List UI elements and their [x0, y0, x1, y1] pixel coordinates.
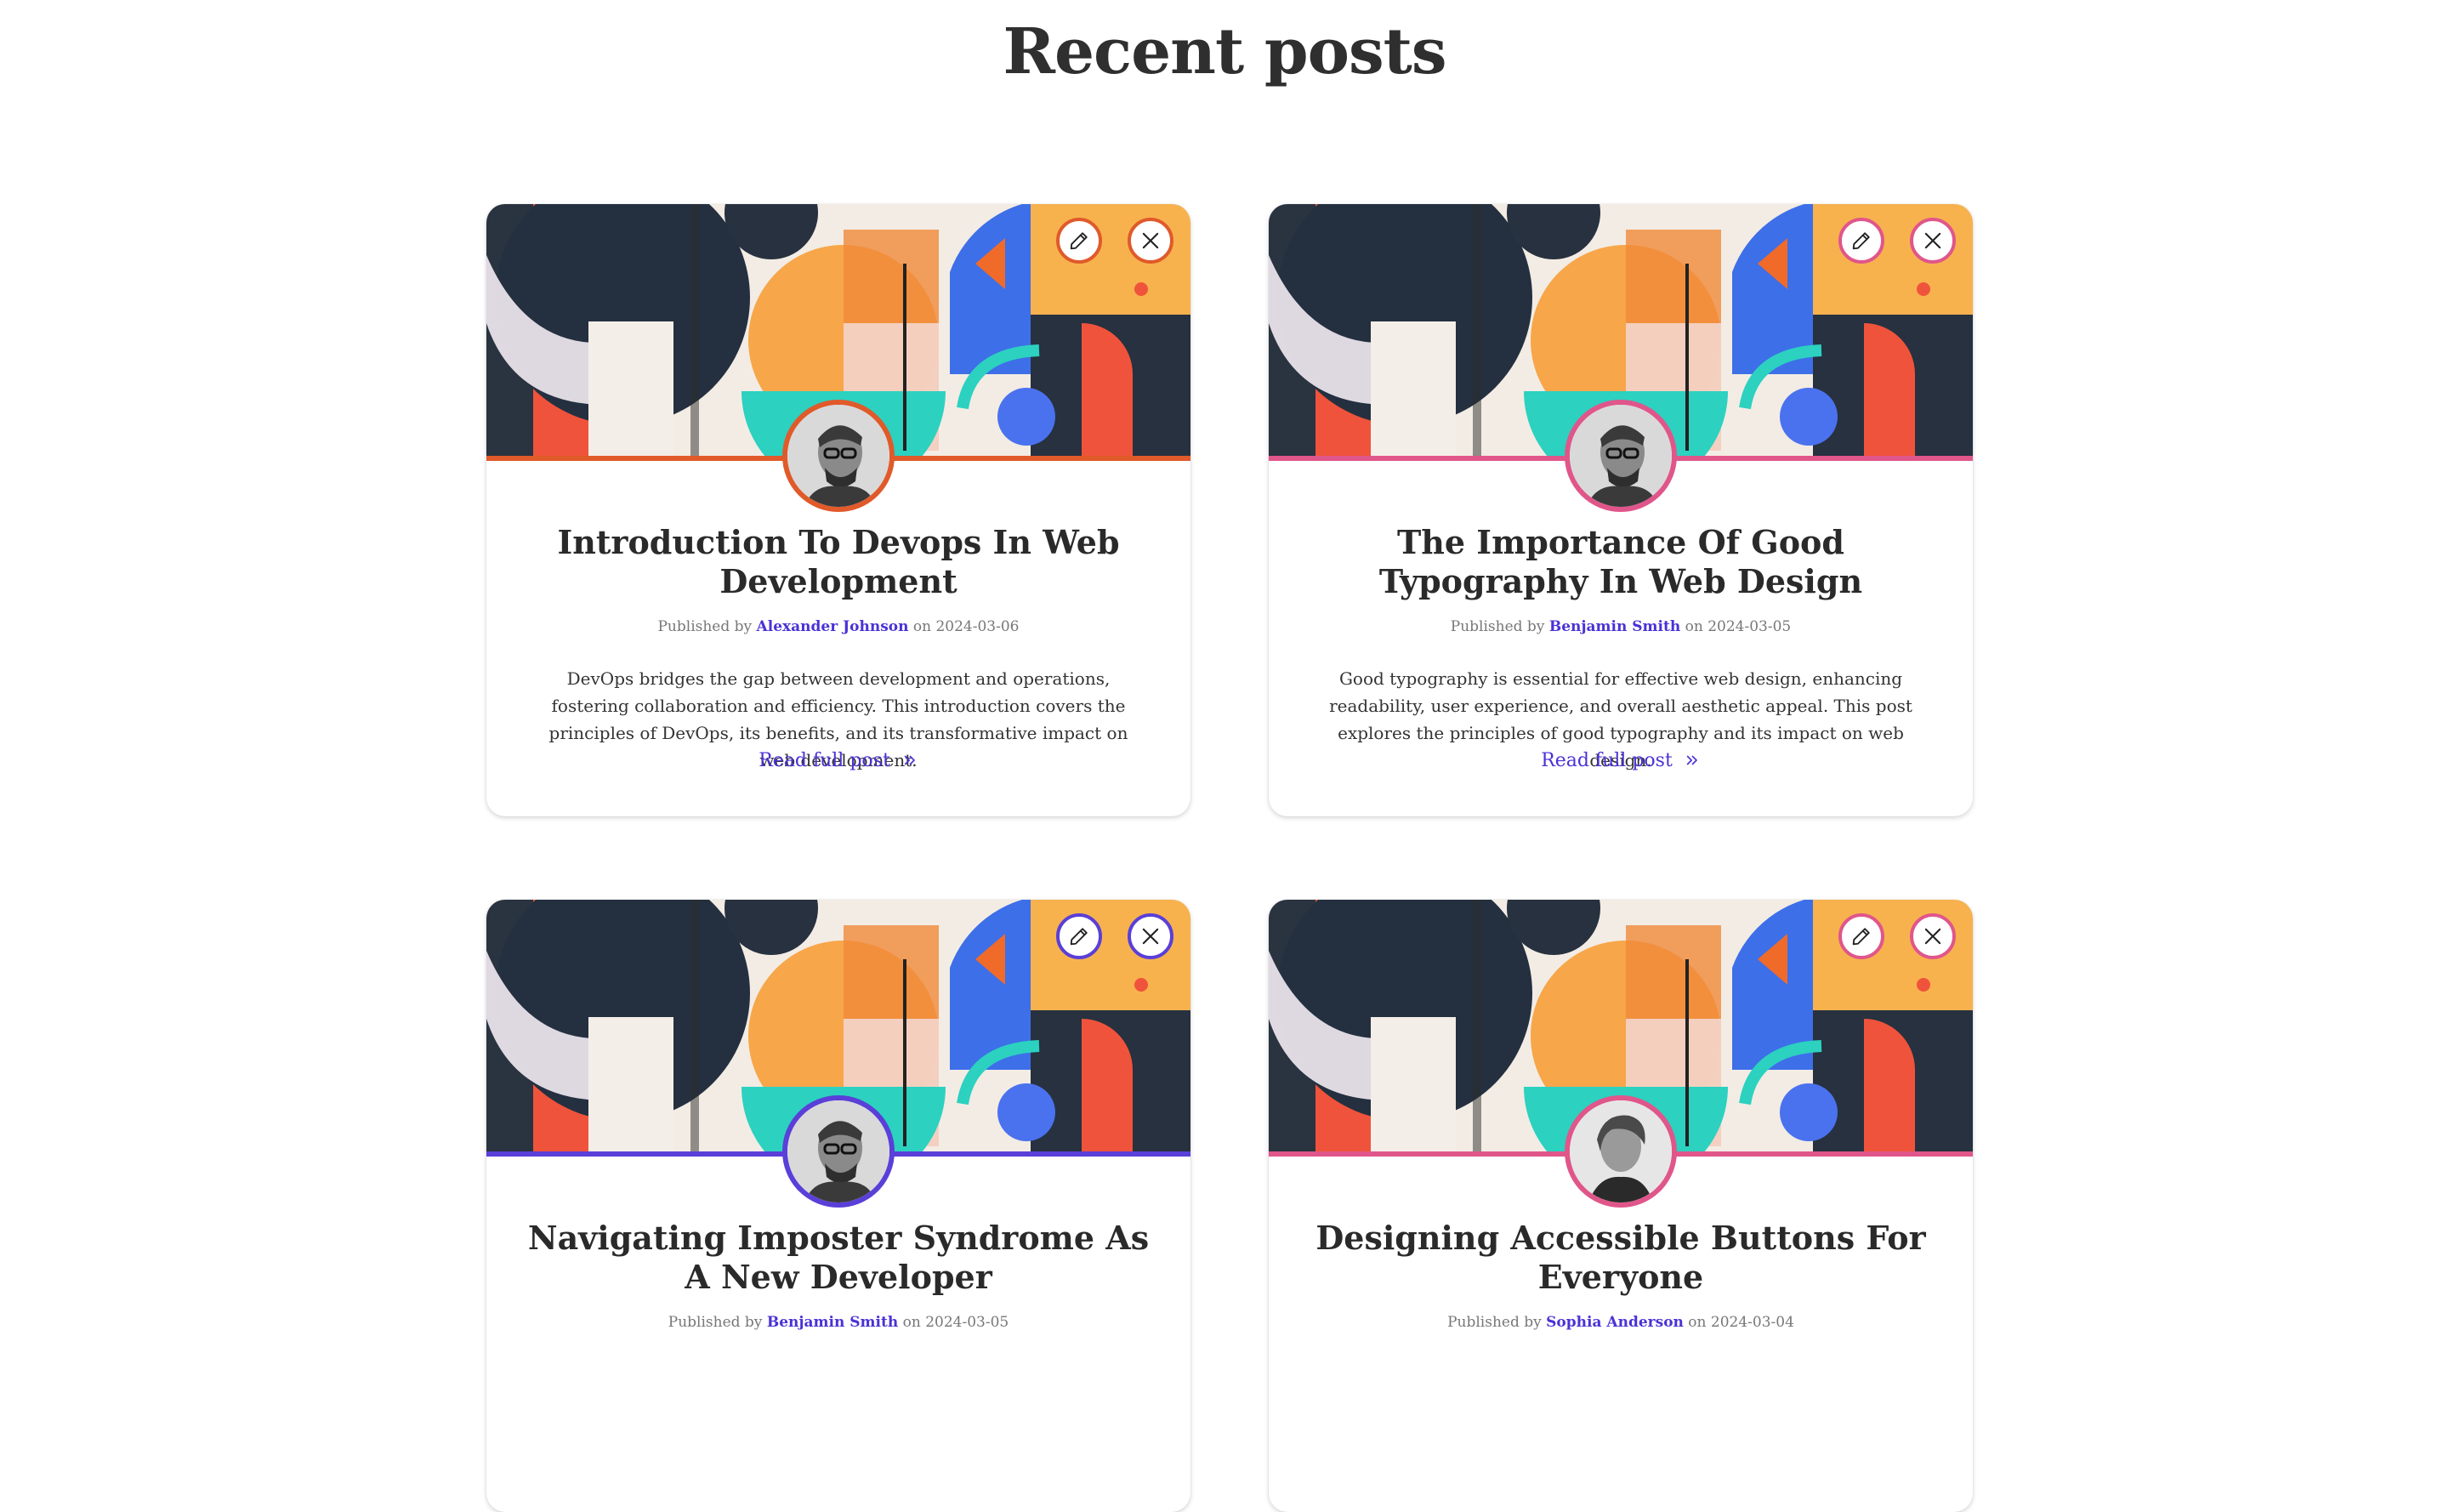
author-avatar — [1565, 1095, 1677, 1208]
post-date: 2024-03-05 — [925, 1314, 1009, 1331]
delete-post-button[interactable] — [1128, 913, 1173, 959]
date-prefix: on — [902, 1314, 921, 1331]
double-chevron-right-icon — [1686, 755, 1697, 765]
author-avatar — [782, 1095, 895, 1208]
edit-post-button[interactable] — [1056, 218, 1102, 264]
post-date: 2024-03-06 — [935, 618, 1020, 635]
post-title: The Importance Of Good Typography In Web… — [1378, 523, 1863, 600]
pencil-icon — [1852, 232, 1870, 250]
published-label: Published by — [1450, 618, 1545, 635]
pencil-icon — [1070, 232, 1088, 250]
delete-post-button[interactable] — [1910, 913, 1956, 959]
post-meta: Published by Sophia Anderson on 2024-03-… — [1269, 1314, 1973, 1331]
pencil-icon — [1852, 928, 1870, 946]
post-title: Navigating Imposter Syndrome As A New De… — [527, 1219, 1150, 1296]
close-icon — [1924, 232, 1941, 249]
close-icon — [1924, 928, 1941, 945]
read-more-label: Read full post — [1541, 750, 1673, 771]
post-date: 2024-03-05 — [1707, 618, 1792, 635]
author-link[interactable]: Sophia Anderson — [1546, 1314, 1684, 1331]
edit-post-button[interactable] — [1838, 218, 1884, 264]
author-link[interactable]: Alexander Johnson — [757, 618, 909, 635]
date-prefix: on — [912, 618, 932, 635]
published-label: Published by — [1447, 1314, 1542, 1331]
published-label: Published by — [668, 1314, 763, 1331]
date-prefix: on — [1685, 618, 1703, 635]
author-link[interactable]: Benjamin Smith — [767, 1314, 898, 1331]
published-label: Published by — [657, 618, 753, 635]
read-full-post-link[interactable]: Read full post — [486, 750, 1190, 771]
date-prefix: on — [1688, 1314, 1707, 1331]
close-icon — [1142, 232, 1159, 249]
post-date: 2024-03-04 — [1710, 1314, 1794, 1331]
delete-post-button[interactable] — [1910, 218, 1956, 264]
post-card: Navigating Imposter Syndrome As A New De… — [486, 900, 1190, 1512]
close-icon — [1142, 928, 1159, 945]
edit-post-button[interactable] — [1056, 913, 1102, 959]
delete-post-button[interactable] — [1128, 218, 1173, 264]
post-title: Designing Accessible Buttons For Everyon… — [1315, 1219, 1926, 1296]
post-meta: Published by Benjamin Smith on 2024-03-0… — [1269, 618, 1973, 635]
edit-post-button[interactable] — [1838, 913, 1884, 959]
post-card: Introduction To Devops In Web Developmen… — [486, 204, 1190, 816]
post-meta: Published by Benjamin Smith on 2024-03-0… — [486, 1314, 1190, 1331]
read-full-post-link[interactable]: Read full post — [1269, 750, 1973, 771]
author-avatar — [1565, 400, 1677, 512]
double-chevron-right-icon — [904, 755, 915, 765]
post-title: Introduction To Devops In Web Developmen… — [557, 523, 1120, 600]
author-link[interactable]: Benjamin Smith — [1549, 618, 1680, 635]
post-meta: Published by Alexander Johnson on 2024-0… — [486, 618, 1190, 635]
read-more-label: Read full post — [759, 750, 890, 771]
post-card: Designing Accessible Buttons For Everyon… — [1269, 900, 1973, 1512]
pencil-icon — [1070, 928, 1088, 946]
author-avatar — [782, 400, 895, 512]
page-title: Recent posts — [1003, 15, 1446, 88]
post-card: The Importance Of Good Typography In Web… — [1269, 204, 1973, 816]
